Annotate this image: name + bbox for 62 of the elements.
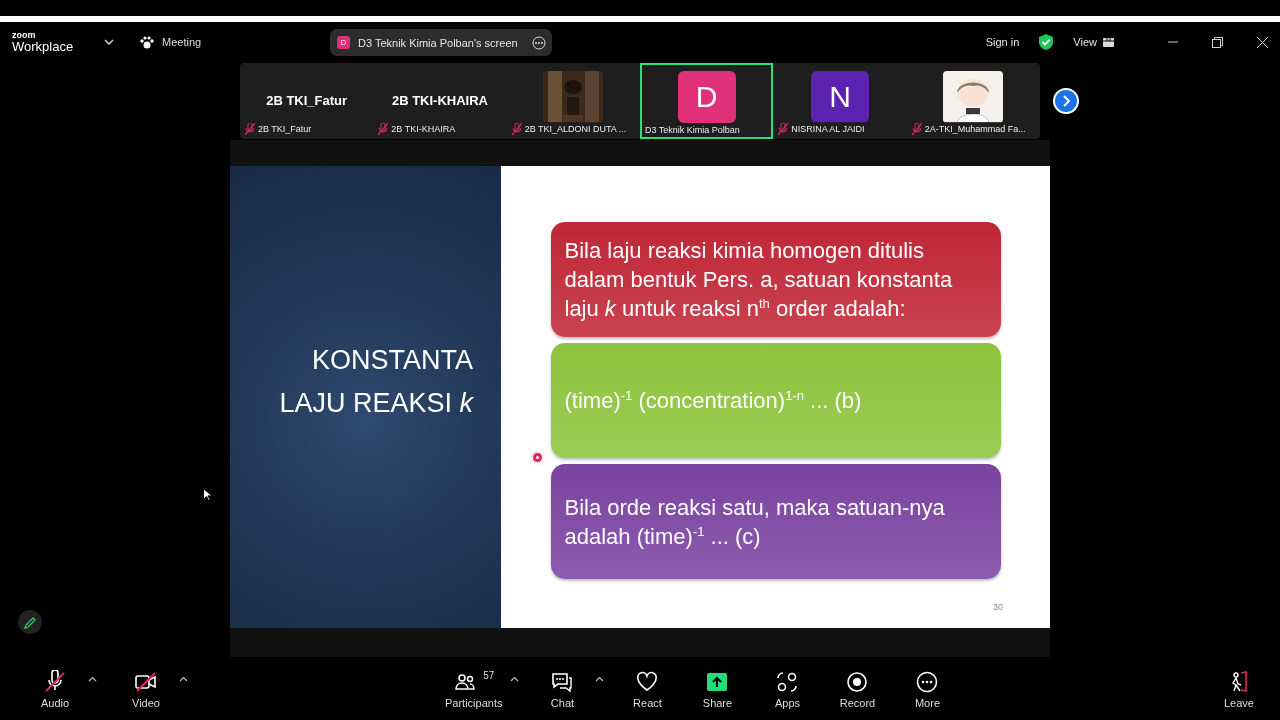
record-icon <box>845 670 870 694</box>
more-button[interactable]: More <box>900 666 955 713</box>
annotate-button[interactable] <box>18 610 42 634</box>
participant-label: 2A-TKI_Muhammad Fa... <box>924 124 1026 134</box>
share-icon <box>705 670 730 694</box>
video-tile[interactable]: 2A-TKI_Muhammad Fa... <box>906 63 1040 139</box>
box-text: Bila laju reaksi kimia homogen ditulis dalam bentuk Pers. a, satuan konstanta laju k untuk reaksi n$^{th}$ order adalah: <box>564 237 954 323</box>
video-tile[interactable]: 2B TKI_Fatur 2B TKI_Fatur <box>240 63 374 139</box>
caret-up-icon[interactable] <box>510 676 520 682</box>
slide-title: KONSTANTA LAJU REAKSI k <box>279 343 473 420</box>
restore-icon[interactable] <box>1212 36 1223 48</box>
participant-count: 57 <box>483 670 495 681</box>
video-tile[interactable]: 2B TKI-KHAIRA 2B TKI-KHAIRA <box>373 63 507 139</box>
react-button[interactable]: React <box>620 666 675 713</box>
record-button[interactable]: Record <box>830 666 885 713</box>
more-icon <box>915 670 940 694</box>
participants-button[interactable]: 57 Participants <box>443 666 505 713</box>
participant-label: 2B TKI-KHAIRA <box>391 124 456 134</box>
grid-icon <box>1103 37 1114 47</box>
view-button[interactable]: View <box>1073 36 1097 48</box>
participant-label: 2B TKI_Fatur <box>258 124 312 134</box>
logo-small-text: zoom <box>12 31 37 40</box>
video-button[interactable]: Video <box>119 666 173 713</box>
chat-icon <box>550 670 575 694</box>
share-button[interactable]: Share <box>690 666 745 713</box>
participant-name: 2B TKI-KHAIRA <box>391 93 488 108</box>
participant-label: NISRINA AL JAIDI <box>791 124 865 134</box>
heart-icon <box>635 670 660 694</box>
audio-button[interactable]: Audio <box>28 666 82 713</box>
close-icon[interactable] <box>1257 36 1268 48</box>
share-banner-text: D3 Teknik Kimia Polban's screen <box>358 36 518 49</box>
chevron-down-icon[interactable] <box>104 39 114 45</box>
avatar: N <box>810 71 869 123</box>
cursor-icon <box>203 488 212 501</box>
sign-in-link[interactable]: Sign in <box>985 36 1020 48</box>
logo-text: Workplace <box>12 40 75 53</box>
more-icon <box>531 35 546 50</box>
laser-pointer-icon <box>533 453 542 462</box>
caret-up-icon[interactable] <box>595 676 605 682</box>
chat-button[interactable]: Chat <box>535 666 590 713</box>
meeting-label[interactable]: Meeting <box>162 36 202 48</box>
caret-up-icon[interactable] <box>88 676 97 682</box>
box-text: (time)$^{-1}$ (concentration)$^{1-n}$ ... (b) <box>564 386 862 415</box>
leave-button[interactable]: Leave <box>1212 666 1266 713</box>
shield-check-icon <box>1039 34 1054 50</box>
participant-label: 2B TKI_ALDONI DUTA ... <box>524 124 627 134</box>
caret-up-icon[interactable] <box>179 676 188 682</box>
video-tile[interactable]: N NISRINA AL JAIDI <box>773 63 907 139</box>
participant-label: D3 Teknik Kimia Polban <box>645 125 740 135</box>
box-text: Bila orde reaksi satu, maka satuan-nya adalah (time)$^{-1}$ ... (c) <box>564 493 946 551</box>
avatar: D <box>677 71 736 123</box>
video-tile[interactable]: D D3 Teknik Kimia Polban <box>640 63 774 139</box>
page-number: 30 <box>993 602 1003 612</box>
video-tile[interactable]: 2B TKI_ALDONI DUTA ... <box>506 63 640 139</box>
apps-button[interactable]: Apps <box>760 666 815 713</box>
pencil-icon <box>23 615 37 629</box>
paw-icon <box>140 35 154 49</box>
participant-name: 2B TKI_Fatur <box>266 93 348 108</box>
apps-icon <box>775 670 800 694</box>
avatar-letter: D <box>337 36 350 49</box>
share-banner[interactable]: D D3 Teknik Kimia Polban's screen <box>330 29 552 56</box>
next-page-icon[interactable] <box>1053 88 1079 114</box>
